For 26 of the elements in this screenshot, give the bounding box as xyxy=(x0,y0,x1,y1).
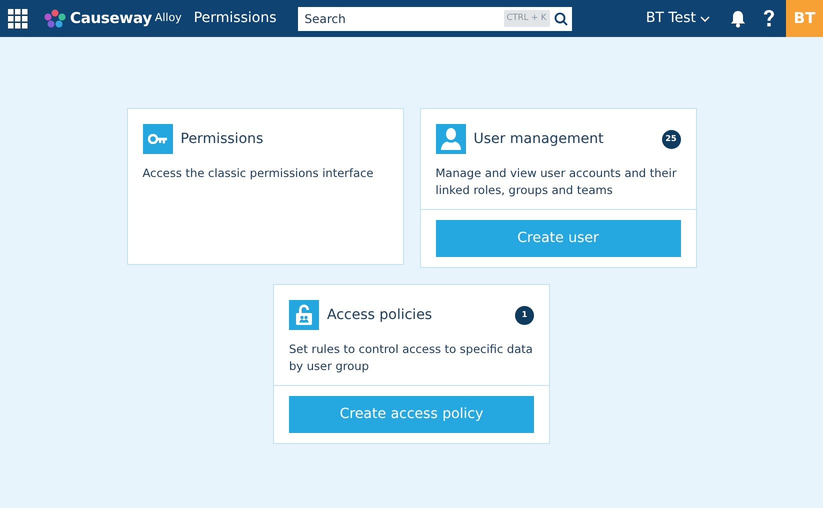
user-menu[interactable]: BT Test xyxy=(640,7,716,30)
search-icon xyxy=(554,12,568,26)
padlock-icon xyxy=(289,300,319,330)
caret-icon xyxy=(700,16,710,22)
help-icon[interactable] xyxy=(762,9,776,28)
notifications-icon[interactable] xyxy=(730,10,746,28)
card-title: Access policies xyxy=(327,306,432,324)
shortcut-hint: CTRL + K xyxy=(504,10,550,27)
logo-icon xyxy=(44,8,66,28)
apps-menu-icon[interactable] xyxy=(8,8,28,28)
card-description: Set rules to control access to specific data by user group xyxy=(289,341,534,375)
user-icon xyxy=(436,124,466,154)
card-description: Access the classic permissions interface xyxy=(142,165,375,182)
brand-suffix: Alloy xyxy=(154,10,182,26)
brand-name: Causeway xyxy=(70,8,152,30)
page-title: Permissions xyxy=(194,9,277,28)
create-button[interactable]: Create access policy xyxy=(289,396,534,433)
count-badge: 25 xyxy=(662,130,680,148)
card-title: Permissions xyxy=(180,130,264,148)
create-button[interactable]: Create user xyxy=(436,220,680,257)
search-field[interactable]: Search CTRL + K xyxy=(298,6,572,30)
card-title: User management xyxy=(474,130,604,148)
count-badge: 1 xyxy=(515,306,534,324)
avatar[interactable]: BT xyxy=(786,0,823,37)
key-icon xyxy=(142,124,172,154)
card-description: Manage and view user accounts and their linked roles, groups and teams xyxy=(436,165,678,199)
